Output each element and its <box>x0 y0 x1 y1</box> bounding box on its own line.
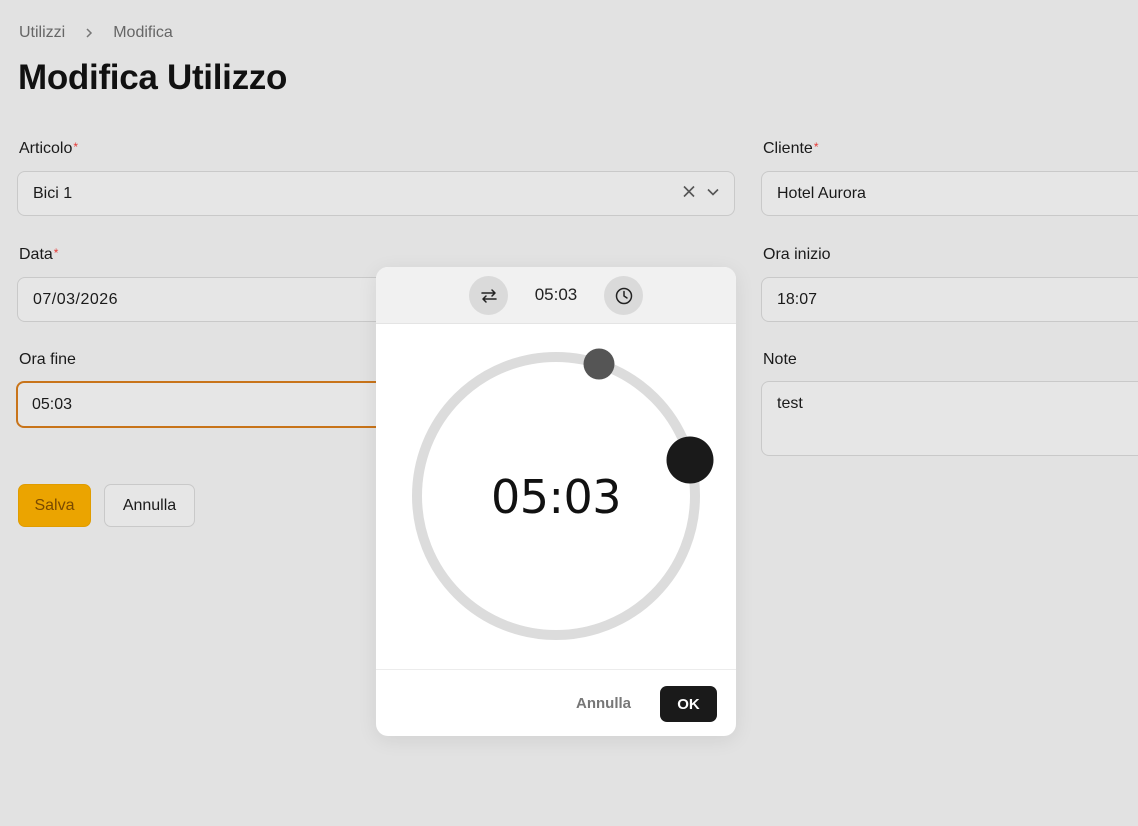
ora-fine-label: Ora fine <box>19 351 76 368</box>
chevron-down-icon[interactable] <box>706 184 720 203</box>
time-picker-header: 05:03 <box>376 267 736 324</box>
required-mark: * <box>73 140 79 154</box>
time-picker-dialog: 05:03 05:03 Annulla OK <box>376 267 736 736</box>
time-picker-footer: Annulla OK <box>376 669 736 736</box>
required-mark: * <box>813 140 819 154</box>
time-dial[interactable]: 05:03 <box>376 324 736 669</box>
save-button[interactable]: Salva <box>18 484 91 527</box>
chevron-right-icon <box>83 27 95 39</box>
cliente-field[interactable]: Hotel Aurora <box>761 171 1138 216</box>
required-mark: * <box>53 246 59 260</box>
data-label: Data* <box>19 246 59 263</box>
dial-time-display: 05:03 <box>490 470 622 524</box>
page-title: Modifica Utilizzo <box>18 58 288 97</box>
cliente-label: Cliente* <box>763 140 819 157</box>
articolo-label: Articolo* <box>19 140 79 157</box>
ora-inizio-field[interactable]: 18:07 <box>761 277 1138 322</box>
breadcrumb-item-utilizzi[interactable]: Utilizzi <box>19 24 65 42</box>
note-value: test <box>777 395 803 412</box>
ora-fine-value: 05:03 <box>32 395 73 413</box>
clock-icon[interactable] <box>604 276 643 315</box>
cliente-value: Hotel Aurora <box>777 184 866 202</box>
ora-inizio-label: Ora inizio <box>763 246 831 263</box>
breadcrumb: Utilizzi Modifica <box>19 24 173 42</box>
articolo-select[interactable]: Bici 1 <box>17 171 735 216</box>
note-label: Note <box>763 351 797 368</box>
articolo-value: Bici 1 <box>33 184 73 202</box>
note-textarea[interactable]: test <box>761 381 1138 456</box>
breadcrumb-item-modifica: Modifica <box>113 24 173 41</box>
header-time: 05:03 <box>534 285 578 304</box>
data-value: 07/03/2026 <box>33 290 119 308</box>
minute-handle <box>583 348 615 380</box>
clear-icon[interactable] <box>682 184 696 203</box>
picker-cancel-button[interactable]: Annulla <box>576 695 631 712</box>
ora-inizio-value: 18:07 <box>777 290 818 308</box>
picker-ok-button[interactable]: OK <box>660 686 717 722</box>
cancel-button[interactable]: Annulla <box>104 484 195 527</box>
